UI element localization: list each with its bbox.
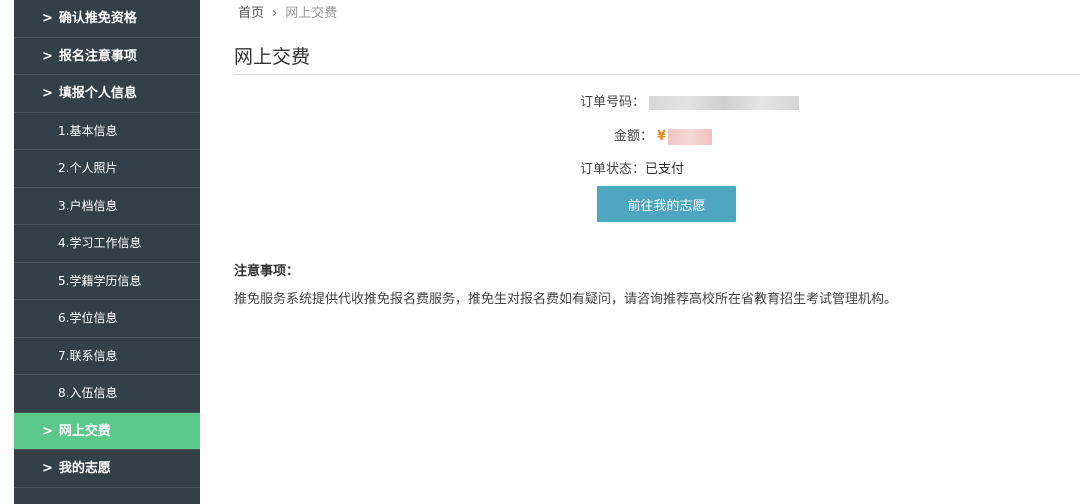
chevron-right-icon: >	[42, 86, 53, 101]
breadcrumb-current: 网上交费	[285, 6, 338, 21]
order-status-label: 订单状态	[580, 162, 633, 177]
sidebar-item-my-wishes[interactable]: > 我的志愿	[14, 450, 200, 488]
notes-text: 推免服务系统提供代收推免报名费服务，推免生对报名费如有疑问，请咨询推荐高校所在省…	[234, 292, 898, 307]
amount-row: 金额： ¥	[614, 126, 713, 148]
amount-colon: ：	[640, 129, 654, 144]
sidebar: > 确认推免资格 > 报名注意事项 > 填报个人信息 1.基本信息 2.个人照片 3.…	[14, 0, 200, 504]
goto-my-wishes-button[interactable]: 前往我的志愿	[597, 186, 736, 222]
order-status-row: 订单状态：已支付	[580, 159, 684, 181]
notes-title: 注意事项：	[234, 264, 300, 279]
sidebar-item-label: 8.入伍信息	[58, 386, 118, 400]
sidebar-item-label: 网上交费	[58, 423, 111, 439]
chevron-right-icon: >	[42, 48, 53, 64]
currency-symbol: ¥	[657, 129, 667, 144]
order-number-label: 订单号码	[580, 95, 633, 110]
order-number-redacted	[649, 95, 800, 110]
sidebar-item-basic-info[interactable]: 1.基本信息	[14, 113, 200, 150]
sidebar-item-label: 我的志愿	[58, 461, 111, 476]
sidebar-item-contact-info[interactable]: 7.联系信息	[14, 338, 200, 375]
sidebar-item-label: 确认推免资格	[58, 11, 137, 26]
chevron-right-icon: >	[42, 11, 53, 26]
sidebar-item-label: 填报个人信息	[58, 86, 137, 101]
chevron-right-icon: >	[42, 423, 53, 439]
sidebar-item-label: 4.学习工作信息	[58, 236, 142, 250]
sidebar-item-online-payment[interactable]: > 网上交费	[14, 412, 200, 450]
chevron-right-icon: >	[42, 461, 53, 476]
sidebar-item-military-info[interactable]: 8.入伍信息	[14, 375, 200, 413]
order-number-colon: ：	[632, 95, 646, 110]
breadcrumb-separator-icon: ›	[272, 6, 278, 21]
breadcrumb-home-link[interactable]: 首页	[238, 6, 264, 21]
sidebar-item-personal-info[interactable]: > 填报个人信息	[14, 75, 200, 113]
sidebar-item-label: 5.学籍学历信息	[58, 273, 142, 288]
sidebar-item-education-info[interactable]: 5.学籍学历信息	[14, 263, 200, 300]
amount-label: 金额	[614, 129, 641, 144]
sidebar-menu: > 确认推免资格 > 报名注意事项 > 填报个人信息 1.基本信息 2.个人照片 3.…	[14, 0, 200, 488]
sidebar-item-study-work-info[interactable]: 4.学习工作信息	[14, 225, 200, 263]
sidebar-item-label: 3.户档信息	[58, 198, 118, 213]
breadcrumb: 首页 › 网上交费	[238, 2, 337, 21]
order-status-value: 已支付	[645, 162, 685, 177]
sidebar-item-registration-notes[interactable]: > 报名注意事项	[14, 38, 200, 75]
amount-redacted	[668, 128, 713, 145]
sidebar-item-label: 1.基本信息	[58, 123, 118, 138]
sidebar-item-label: 6.学位信息	[58, 311, 118, 325]
sidebar-item-label: 2.个人照片	[58, 161, 118, 175]
sidebar-item-degree-info[interactable]: 6.学位信息	[14, 300, 200, 338]
order-number-row: 订单号码：	[580, 92, 800, 114]
title-divider	[234, 74, 1080, 75]
sidebar-item-confirm-eligibility[interactable]: > 确认推免资格	[14, 0, 200, 38]
sidebar-item-photo[interactable]: 2.个人照片	[14, 150, 200, 188]
page-title: 网上交费	[234, 46, 311, 68]
sidebar-item-label: 报名注意事项	[58, 48, 137, 64]
sidebar-item-household-info[interactable]: 3.户档信息	[14, 188, 200, 225]
main-content: 首页 › 网上交费 网上交费 订单号码： 金额： ¥ 订单状态：已支付 前往我的志愿 …	[234, 0, 1080, 504]
sidebar-item-label: 7.联系信息	[58, 348, 118, 363]
order-status-colon: ：	[632, 162, 646, 177]
